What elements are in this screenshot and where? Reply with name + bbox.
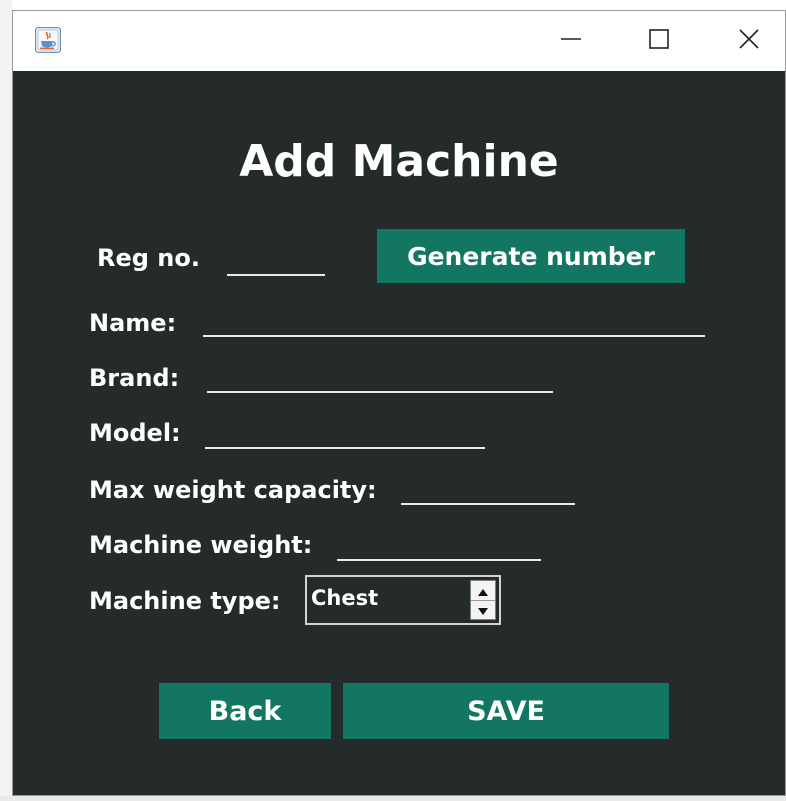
triangle-up-icon [478,581,488,600]
form-panel: Add Machine Reg no. Generate number Name… [13,71,785,795]
maximize-icon [648,28,670,54]
page-title: Add Machine [239,136,559,187]
save-button[interactable]: SAVE [343,683,669,739]
generate-number-button[interactable]: Generate number [377,229,685,283]
reg-no-field[interactable] [227,274,325,276]
brand-label: Brand: [89,364,180,392]
machine-weight-field[interactable] [337,559,541,561]
back-button[interactable]: Back [159,683,331,739]
add-machine-window: Add Machine Reg no. Generate number Name… [12,10,786,796]
machine-type-value: Chest [311,586,379,610]
name-field[interactable] [203,335,705,337]
machine-type-label: Machine type: [89,587,281,615]
model-label: Model: [89,419,181,447]
max-weight-capacity-label: Max weight capacity: [89,476,377,504]
screen: Add Machine Reg no. Generate number Name… [0,0,786,801]
title-bar[interactable] [13,11,785,72]
maximize-button[interactable] [613,11,705,71]
machine-weight-label: Machine weight: [89,531,313,559]
max-weight-capacity-field[interactable] [401,503,575,505]
close-button[interactable] [703,11,786,71]
desktop-edge [0,0,12,801]
spinner-down-button[interactable] [471,600,495,619]
minimize-button[interactable] [525,11,617,71]
reg-no-label: Reg no. [97,244,200,272]
close-icon [738,28,760,54]
triangle-down-icon [478,600,488,619]
spinner-buttons [470,580,496,620]
minimize-icon [560,28,582,54]
machine-type-spinner[interactable]: Chest [305,575,501,625]
spinner-up-button[interactable] [471,581,495,601]
name-label: Name: [89,309,177,337]
java-coffee-cup-icon [35,27,61,53]
model-field[interactable] [205,447,485,449]
brand-field[interactable] [207,391,553,393]
desktop-edge-bottom [0,796,786,801]
